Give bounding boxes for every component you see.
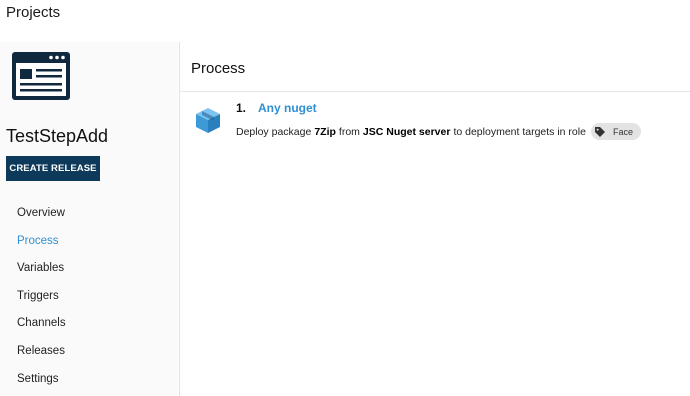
- nav-item-process[interactable]: Process: [0, 230, 178, 258]
- step-description: Deploy package 7Zip from JSC Nuget serve…: [236, 123, 641, 140]
- package-icon: [196, 108, 220, 133]
- nav-item-variables[interactable]: Variables: [0, 257, 178, 285]
- nav-item-overview[interactable]: Overview: [0, 202, 178, 230]
- step-package-name: 7Zip: [314, 125, 336, 138]
- project-name: TestStepAdd: [6, 126, 109, 146]
- nav-item-settings[interactable]: Settings: [0, 368, 178, 396]
- nav-item-triggers[interactable]: Triggers: [0, 285, 178, 313]
- sidebar: TestStepAdd CREATE RELEASE Overview Proc…: [0, 42, 178, 396]
- top-bar: Projects: [0, 0, 690, 42]
- process-panel: Process 1. Any nuget Deploy package 7Zip…: [179, 42, 690, 396]
- step-desc-prefix: Deploy package: [236, 125, 312, 138]
- tag-icon: [594, 125, 607, 138]
- breadcrumb-projects[interactable]: Projects: [6, 4, 60, 21]
- project-nav: Overview Process Variables Triggers Chan…: [0, 202, 178, 395]
- page-title: Process: [191, 60, 246, 77]
- step-desc-from: from: [338, 125, 360, 138]
- nav-item-channels[interactable]: Channels: [0, 312, 178, 340]
- step-name-link[interactable]: Any nuget: [258, 101, 317, 115]
- nav-item-releases[interactable]: Releases: [0, 340, 178, 368]
- role-chip[interactable]: Face: [590, 123, 641, 140]
- role-chip-label: Face: [612, 126, 633, 137]
- project-logo-icon: [12, 52, 70, 100]
- step-number: 1.: [236, 101, 247, 115]
- step-feed-name: JSC Nuget server: [362, 125, 451, 138]
- title-divider: [180, 91, 690, 92]
- create-release-button[interactable]: CREATE RELEASE: [6, 156, 100, 181]
- step-desc-suffix: to deployment targets in role: [453, 125, 586, 138]
